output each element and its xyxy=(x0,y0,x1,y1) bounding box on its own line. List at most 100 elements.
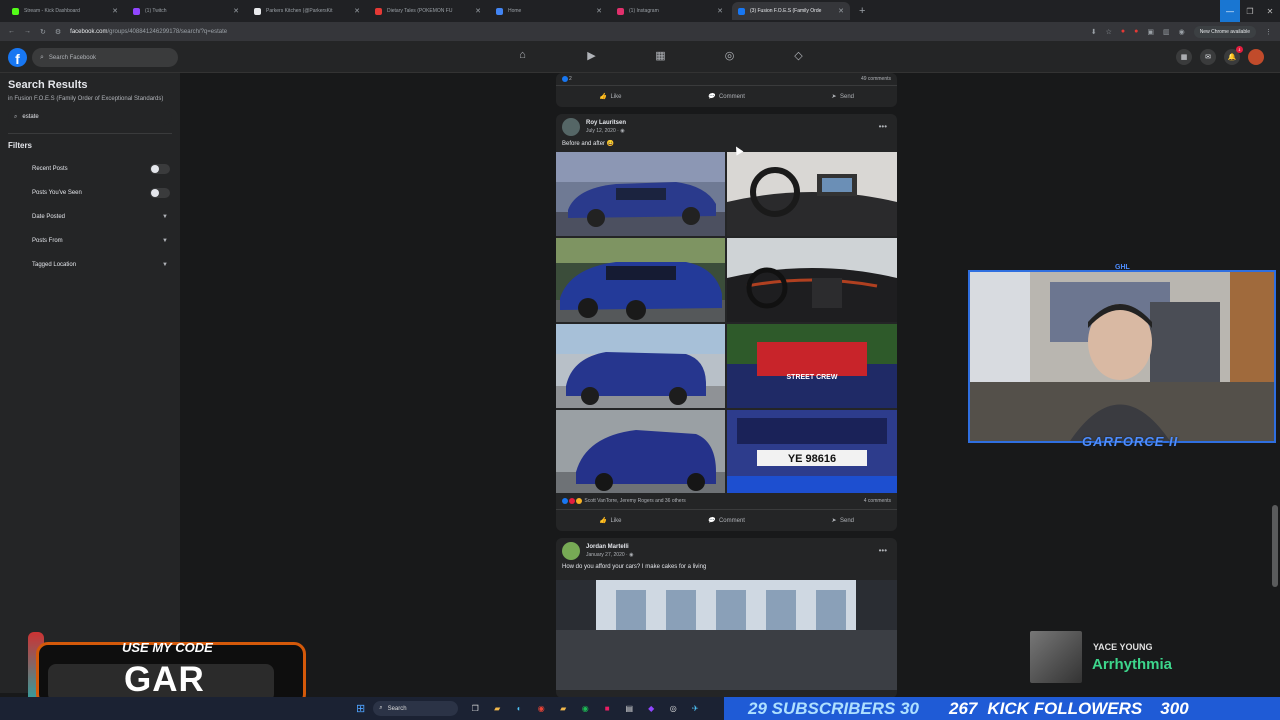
browser-tab[interactable]: Dietary Tales (POKEMON FU ✕ xyxy=(369,2,487,20)
avatar[interactable] xyxy=(562,118,580,136)
install-icon[interactable]: ⬇ xyxy=(1091,28,1097,36)
facebook-search-input[interactable]: ⌕ Search Facebook xyxy=(32,48,178,67)
menu-icon[interactable]: ⋮ xyxy=(1265,28,1272,36)
comment-count[interactable]: 49 comments xyxy=(861,76,891,82)
browser-tab[interactable]: (1) Twitch ✕ xyxy=(127,2,245,20)
comment-button[interactable]: 💬 Comment xyxy=(707,93,745,100)
post-author[interactable]: Roy Lauritsen xyxy=(586,120,626,126)
extension-icon[interactable]: ● xyxy=(1134,28,1138,35)
windows-start-icon[interactable]: ⊞ xyxy=(356,702,365,715)
home-icon[interactable]: ⌂ xyxy=(488,49,557,62)
video-icon[interactable]: ▶ xyxy=(557,49,626,62)
site-info-icon[interactable]: ⚙ xyxy=(55,28,61,36)
filter-tagged-location[interactable]: Tagged Location ▼ xyxy=(8,253,172,277)
browser-tab[interactable]: Home ✕ xyxy=(490,2,608,20)
more-options-icon[interactable]: ••• xyxy=(879,122,887,131)
close-tab-icon[interactable]: ✕ xyxy=(112,7,118,15)
app-icon[interactable]: ▤ xyxy=(620,702,638,716)
comment-count[interactable]: 4 comments xyxy=(864,498,891,504)
browser-tab[interactable]: (3) Fusion F.O.E.S (Family Orde ✕ xyxy=(732,2,850,20)
close-tab-icon[interactable]: ✕ xyxy=(233,7,239,15)
close-tab-icon[interactable]: ✕ xyxy=(354,7,360,15)
sidebar-title: Search Results xyxy=(8,79,88,91)
browser-tab[interactable]: Parkers Kitchen (@ParkersKit ✕ xyxy=(248,2,366,20)
bookmark-star-icon[interactable]: ☆ xyxy=(1106,28,1112,36)
close-window-button[interactable]: ✕ xyxy=(1260,0,1280,22)
app-icon[interactable]: ✈ xyxy=(686,702,704,716)
comment-button[interactable]: 💬 Comment xyxy=(707,517,745,524)
tab-favicon-icon xyxy=(254,7,261,15)
filter-recent-posts[interactable]: Recent Posts xyxy=(8,157,172,181)
notifications-bell-icon[interactable]: 🔔 1 xyxy=(1224,46,1243,65)
chrome-icon[interactable]: ◉ xyxy=(532,702,550,716)
like-button[interactable]: 👍 Like xyxy=(599,93,622,100)
folder-icon[interactable]: ▰ xyxy=(554,702,572,716)
app-icon[interactable]: ■ xyxy=(598,702,616,716)
task-view-icon[interactable]: ❐ xyxy=(466,702,484,716)
extensions-puzzle-icon[interactable]: ▣ xyxy=(1147,28,1154,36)
photo-interior-before[interactable] xyxy=(727,152,897,236)
post-date[interactable]: July 12, 2020 · ◉ xyxy=(586,128,626,134)
close-tab-icon[interactable]: ✕ xyxy=(838,7,844,15)
groups-icon[interactable]: ◎ xyxy=(695,49,764,62)
new-chrome-available-button[interactable]: New Chrome available xyxy=(1193,25,1256,38)
post-author[interactable]: Jordan Martelli xyxy=(586,544,633,550)
recent-posts-toggle[interactable] xyxy=(150,164,170,174)
photo-car-rear[interactable] xyxy=(556,324,725,408)
like-label: Like xyxy=(610,94,622,100)
send-button[interactable]: ➤ Send xyxy=(831,93,854,100)
photo-image xyxy=(556,238,725,322)
avatar[interactable] xyxy=(562,542,580,560)
close-tab-icon[interactable]: ✕ xyxy=(717,7,723,15)
sidepanel-icon[interactable]: ▥ xyxy=(1163,28,1170,36)
messenger-icon[interactable]: ✉ xyxy=(1200,49,1216,65)
browser-tab[interactable]: (1) Instagram ✕ xyxy=(611,2,729,20)
spotify-icon[interactable]: ◉ xyxy=(576,702,594,716)
reaction-names[interactable]: Scott VanTorre, Jeremy Rogers and 36 oth… xyxy=(584,498,685,504)
search-results-feed: 2 49 comments 👍 Like 💬 Comment ➤ Send Roy L… xyxy=(556,73,897,698)
close-tab-icon[interactable]: ✕ xyxy=(475,7,481,15)
search-icon: ⌕ xyxy=(40,53,44,61)
photo-engine-bay[interactable]: STREET CREW xyxy=(727,324,897,408)
page-scrollbar[interactable] xyxy=(1272,505,1278,587)
minimize-button[interactable]: — xyxy=(1220,0,1240,22)
app-icon[interactable]: ◎ xyxy=(664,702,682,716)
posts-seen-toggle[interactable] xyxy=(150,188,170,198)
photo-car-side[interactable] xyxy=(556,238,725,322)
facebook-logo[interactable]: f xyxy=(8,48,27,67)
photo-car-rear-angle[interactable] xyxy=(556,410,725,493)
filter-date-posted[interactable]: Date Posted ▼ xyxy=(8,205,172,229)
marketplace-icon[interactable]: ▦ xyxy=(626,49,695,62)
profile-avatar[interactable] xyxy=(1248,49,1264,65)
maximize-button[interactable]: ❐ xyxy=(1240,0,1260,22)
back-button[interactable]: ← xyxy=(8,28,15,35)
filter-posts-seen[interactable]: Posts You've Seen xyxy=(8,181,172,205)
menu-grid-icon[interactable]: ▦ xyxy=(1176,49,1192,65)
file-explorer-icon[interactable]: ▰ xyxy=(488,702,506,716)
app-icon[interactable]: ◆ xyxy=(642,702,660,716)
tab-favicon-icon xyxy=(133,7,140,15)
account-icon[interactable]: ◉ xyxy=(1179,28,1185,36)
post-date[interactable]: January 27, 2020 · ◉ xyxy=(586,552,633,558)
taskbar-search[interactable]: ⌕ Search xyxy=(373,701,459,716)
post-header: Jordan Martelli January 27, 2020 · ◉ ••• xyxy=(556,538,897,564)
reload-button[interactable]: ↻ xyxy=(40,28,46,36)
edge-icon[interactable]: ◐ xyxy=(510,702,528,716)
photo-car-front-plate[interactable]: YE 98616 xyxy=(727,410,897,493)
reaction-count[interactable]: 2 xyxy=(569,76,572,82)
extension-icon[interactable]: ● xyxy=(1121,28,1125,35)
filter-posts-from[interactable]: Posts From ▼ xyxy=(8,229,172,253)
photo-car-front[interactable] xyxy=(556,152,725,236)
send-button[interactable]: ➤ Send xyxy=(831,517,854,524)
gaming-icon[interactable]: ◇ xyxy=(764,49,833,62)
url-field[interactable]: facebook.com/groups/408841246299178/sear… xyxy=(70,29,1091,35)
photo-garage[interactable] xyxy=(556,580,897,690)
new-tab-button[interactable]: + xyxy=(859,5,865,17)
photo-interior-after[interactable] xyxy=(727,238,897,322)
group-search-input[interactable]: ⌕ estate xyxy=(8,109,172,125)
more-options-icon[interactable]: ••• xyxy=(879,546,887,555)
browser-tab[interactable]: Stream - Kick Dashboard ✕ xyxy=(6,2,124,20)
like-button[interactable]: 👍 Like xyxy=(599,517,622,524)
close-tab-icon[interactable]: ✕ xyxy=(596,7,602,15)
forward-button[interactable]: → xyxy=(24,28,31,35)
